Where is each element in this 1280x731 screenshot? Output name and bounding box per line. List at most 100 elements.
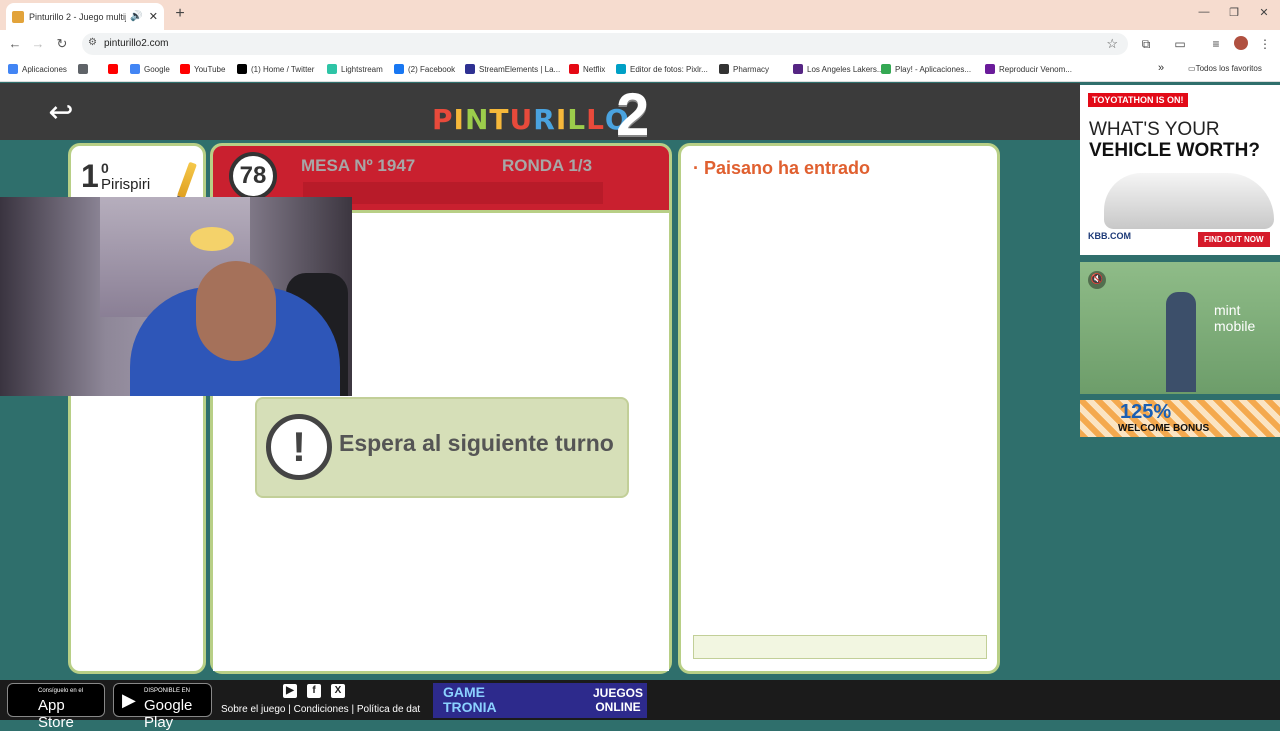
ad1-line1: WHAT'S YOUR — [1089, 119, 1220, 140]
gametronia-banner[interactable]: GAME TRONIA JUEGOS ONLINE — [433, 683, 647, 718]
logo-letter: P — [432, 103, 454, 136]
webcam-overlay — [0, 197, 352, 396]
bookmark-item[interactable]: Lightstream — [327, 64, 383, 74]
address-bar[interactable]: ⚙ pinturillo2.com ☆ — [82, 33, 1128, 55]
ad3-big: 125% — [1120, 401, 1172, 423]
bookmark-item[interactable]: Aplicaciones — [8, 64, 67, 74]
bookmark-item[interactable]: Netflix — [569, 64, 605, 74]
mute-icon[interactable]: 🔇 — [1088, 271, 1106, 289]
more-bookmarks-icon[interactable]: » — [1158, 62, 1164, 74]
extensions-icon[interactable]: ⧉ — [1138, 37, 1154, 52]
logo-number: 2 — [616, 81, 650, 148]
bookmark-label: StreamElements | La... — [479, 64, 561, 74]
bookmark-icon — [78, 64, 88, 74]
speaker-icon[interactable]: 🔊 — [130, 11, 142, 22]
play-icon: ▶ — [122, 690, 136, 710]
gametronia-line2: TRONIA — [443, 699, 497, 715]
ad1-brand: TOYOTATHON IS ON! — [1088, 93, 1188, 107]
bookmark-icon — [985, 64, 995, 74]
bookmark-icon — [327, 64, 337, 74]
bookmark-item[interactable]: Google — [130, 64, 170, 74]
minimize-icon[interactable]: — — [1194, 6, 1214, 18]
gametronia-line1: GAME — [443, 684, 485, 700]
exclamation-icon: ! — [266, 414, 332, 480]
browser-tab[interactable]: Pinturillo 2 - Juego multijugador 🔊 ✕ — [6, 3, 164, 30]
footer-links[interactable]: Sobre el juego | Condiciones | Política … — [221, 704, 420, 715]
bookmark-item[interactable]: Los Angeles Lakers... — [793, 64, 884, 74]
logo-letter: I — [453, 103, 465, 136]
restore-icon[interactable]: ❐ — [1224, 6, 1244, 19]
bookmark-star-icon[interactable]: ☆ — [1106, 36, 1118, 52]
bookmark-icon — [8, 64, 18, 74]
bookmark-icon — [130, 64, 140, 74]
reload-icon[interactable]: ↻ — [53, 36, 71, 52]
bookmark-icon — [180, 64, 190, 74]
bookmark-item[interactable] — [78, 64, 92, 74]
bookmark-item[interactable]: StreamElements | La... — [465, 64, 560, 74]
back-arrow-icon[interactable]: ↩ — [42, 95, 80, 131]
facebook-icon[interactable]: f — [307, 684, 321, 698]
cast-icon[interactable]: ▭ — [1172, 37, 1188, 51]
ad-mint-mobile[interactable]: 🔇 mint mobile — [1080, 262, 1280, 394]
appstore-big: App Store — [38, 697, 74, 731]
bookmark-item[interactable]: (2) Facebook — [394, 64, 455, 74]
forward-icon[interactable]: → — [29, 36, 47, 51]
close-window-icon[interactable]: ✕ — [1254, 6, 1274, 19]
back-icon[interactable]: ← — [6, 36, 24, 51]
browser-tab-bar: Pinturillo 2 - Juego multijugador 🔊 ✕ + … — [0, 0, 1280, 30]
bookmark-item[interactable]: YouTube — [180, 64, 225, 74]
bookmark-label: (2) Facebook — [408, 64, 456, 74]
pinturillo-logo: PINTURILLO2 — [432, 81, 649, 148]
bookmark-icon — [465, 64, 475, 74]
ad-welcome-bonus[interactable]: 125% WELCOME BONUS — [1080, 400, 1280, 437]
ad-kbb[interactable]: TOYOTATHON IS ON! WHAT'S YOUR VEHICLE WO… — [1080, 85, 1280, 255]
chat-panel: · Paisano ha entrado — [678, 143, 1000, 674]
timer-badge: 78 — [229, 152, 277, 200]
bookmark-icon — [793, 64, 803, 74]
bookmark-item[interactable]: (1) Home / Twitter — [237, 64, 314, 74]
ad3-small: WELCOME BONUS — [1118, 423, 1210, 434]
logo-letter: I — [555, 103, 568, 136]
bookmark-item[interactable]: Reproducir Venom... — [985, 64, 1072, 74]
chat-message: · Paisano ha entrado — [693, 158, 871, 178]
footer: Consíguelo en el App Store ▶ DISPONIBLE … — [0, 680, 1280, 731]
x-icon[interactable]: X — [331, 684, 345, 698]
bookmark-item[interactable]: Editor de fotos: Pixlr... — [616, 64, 708, 74]
logo-letter: R — [533, 103, 556, 136]
bookmark-item[interactable]: Pharmacy — [719, 64, 769, 74]
bookmark-icon — [237, 64, 247, 74]
juegos-line2: ONLINE — [595, 700, 641, 714]
new-tab-button[interactable]: + — [170, 5, 190, 23]
notice-text: Espera al siguiente turno — [339, 430, 614, 456]
app-store-badge[interactable]: Consíguelo en el App Store — [7, 683, 105, 731]
googleplay-small: DISPONIBLE EN — [144, 688, 191, 694]
site-info-icon[interactable]: ⚙ — [88, 37, 97, 48]
chat-input[interactable] — [693, 635, 987, 659]
all-favorites[interactable]: ▭ Todos los favoritos — [1188, 64, 1262, 73]
menu-icon[interactable]: ⋮ — [1257, 37, 1273, 51]
player-score: 0 — [101, 160, 109, 176]
close-tab-icon[interactable]: ✕ — [149, 10, 158, 23]
ad1-cta-button[interactable]: FIND OUT NOW — [1198, 232, 1270, 247]
google-play-badge[interactable]: ▶ DISPONIBLE EN Google Play — [113, 683, 212, 731]
profile-avatar[interactable] — [1234, 36, 1248, 50]
bookmark-item[interactable]: Play! - Aplicaciones... — [881, 64, 971, 74]
bookmark-item[interactable] — [108, 64, 122, 74]
pencil-icon — [177, 161, 197, 199]
bookmark-label: Google — [144, 64, 170, 74]
bookmark-icon — [569, 64, 579, 74]
youtube-icon[interactable]: ▶ — [283, 684, 297, 698]
media-icon[interactable]: ≡ — [1208, 37, 1224, 51]
logo-letter: U — [509, 103, 534, 136]
bookmark-icon — [394, 64, 404, 74]
bookmarks-bar: Aplicaciones Google YouTube (1) Home / Twit… — [0, 58, 1280, 82]
player-rank: 1 — [81, 158, 99, 194]
bookmark-label: Editor de fotos: Pixlr... — [630, 64, 708, 74]
tab-title: Pinturillo 2 - Juego multijugador — [29, 11, 127, 22]
wait-turn-notice: ! Espera al siguiente turno — [255, 397, 629, 498]
folder-icon: ▭ — [1188, 64, 1196, 73]
bookmark-label: Pharmacy — [733, 64, 770, 74]
logo-letter: L — [586, 103, 605, 136]
player-row: 1 0 Pirispiri — [77, 152, 201, 202]
url-text: pinturillo2.com — [104, 38, 169, 49]
